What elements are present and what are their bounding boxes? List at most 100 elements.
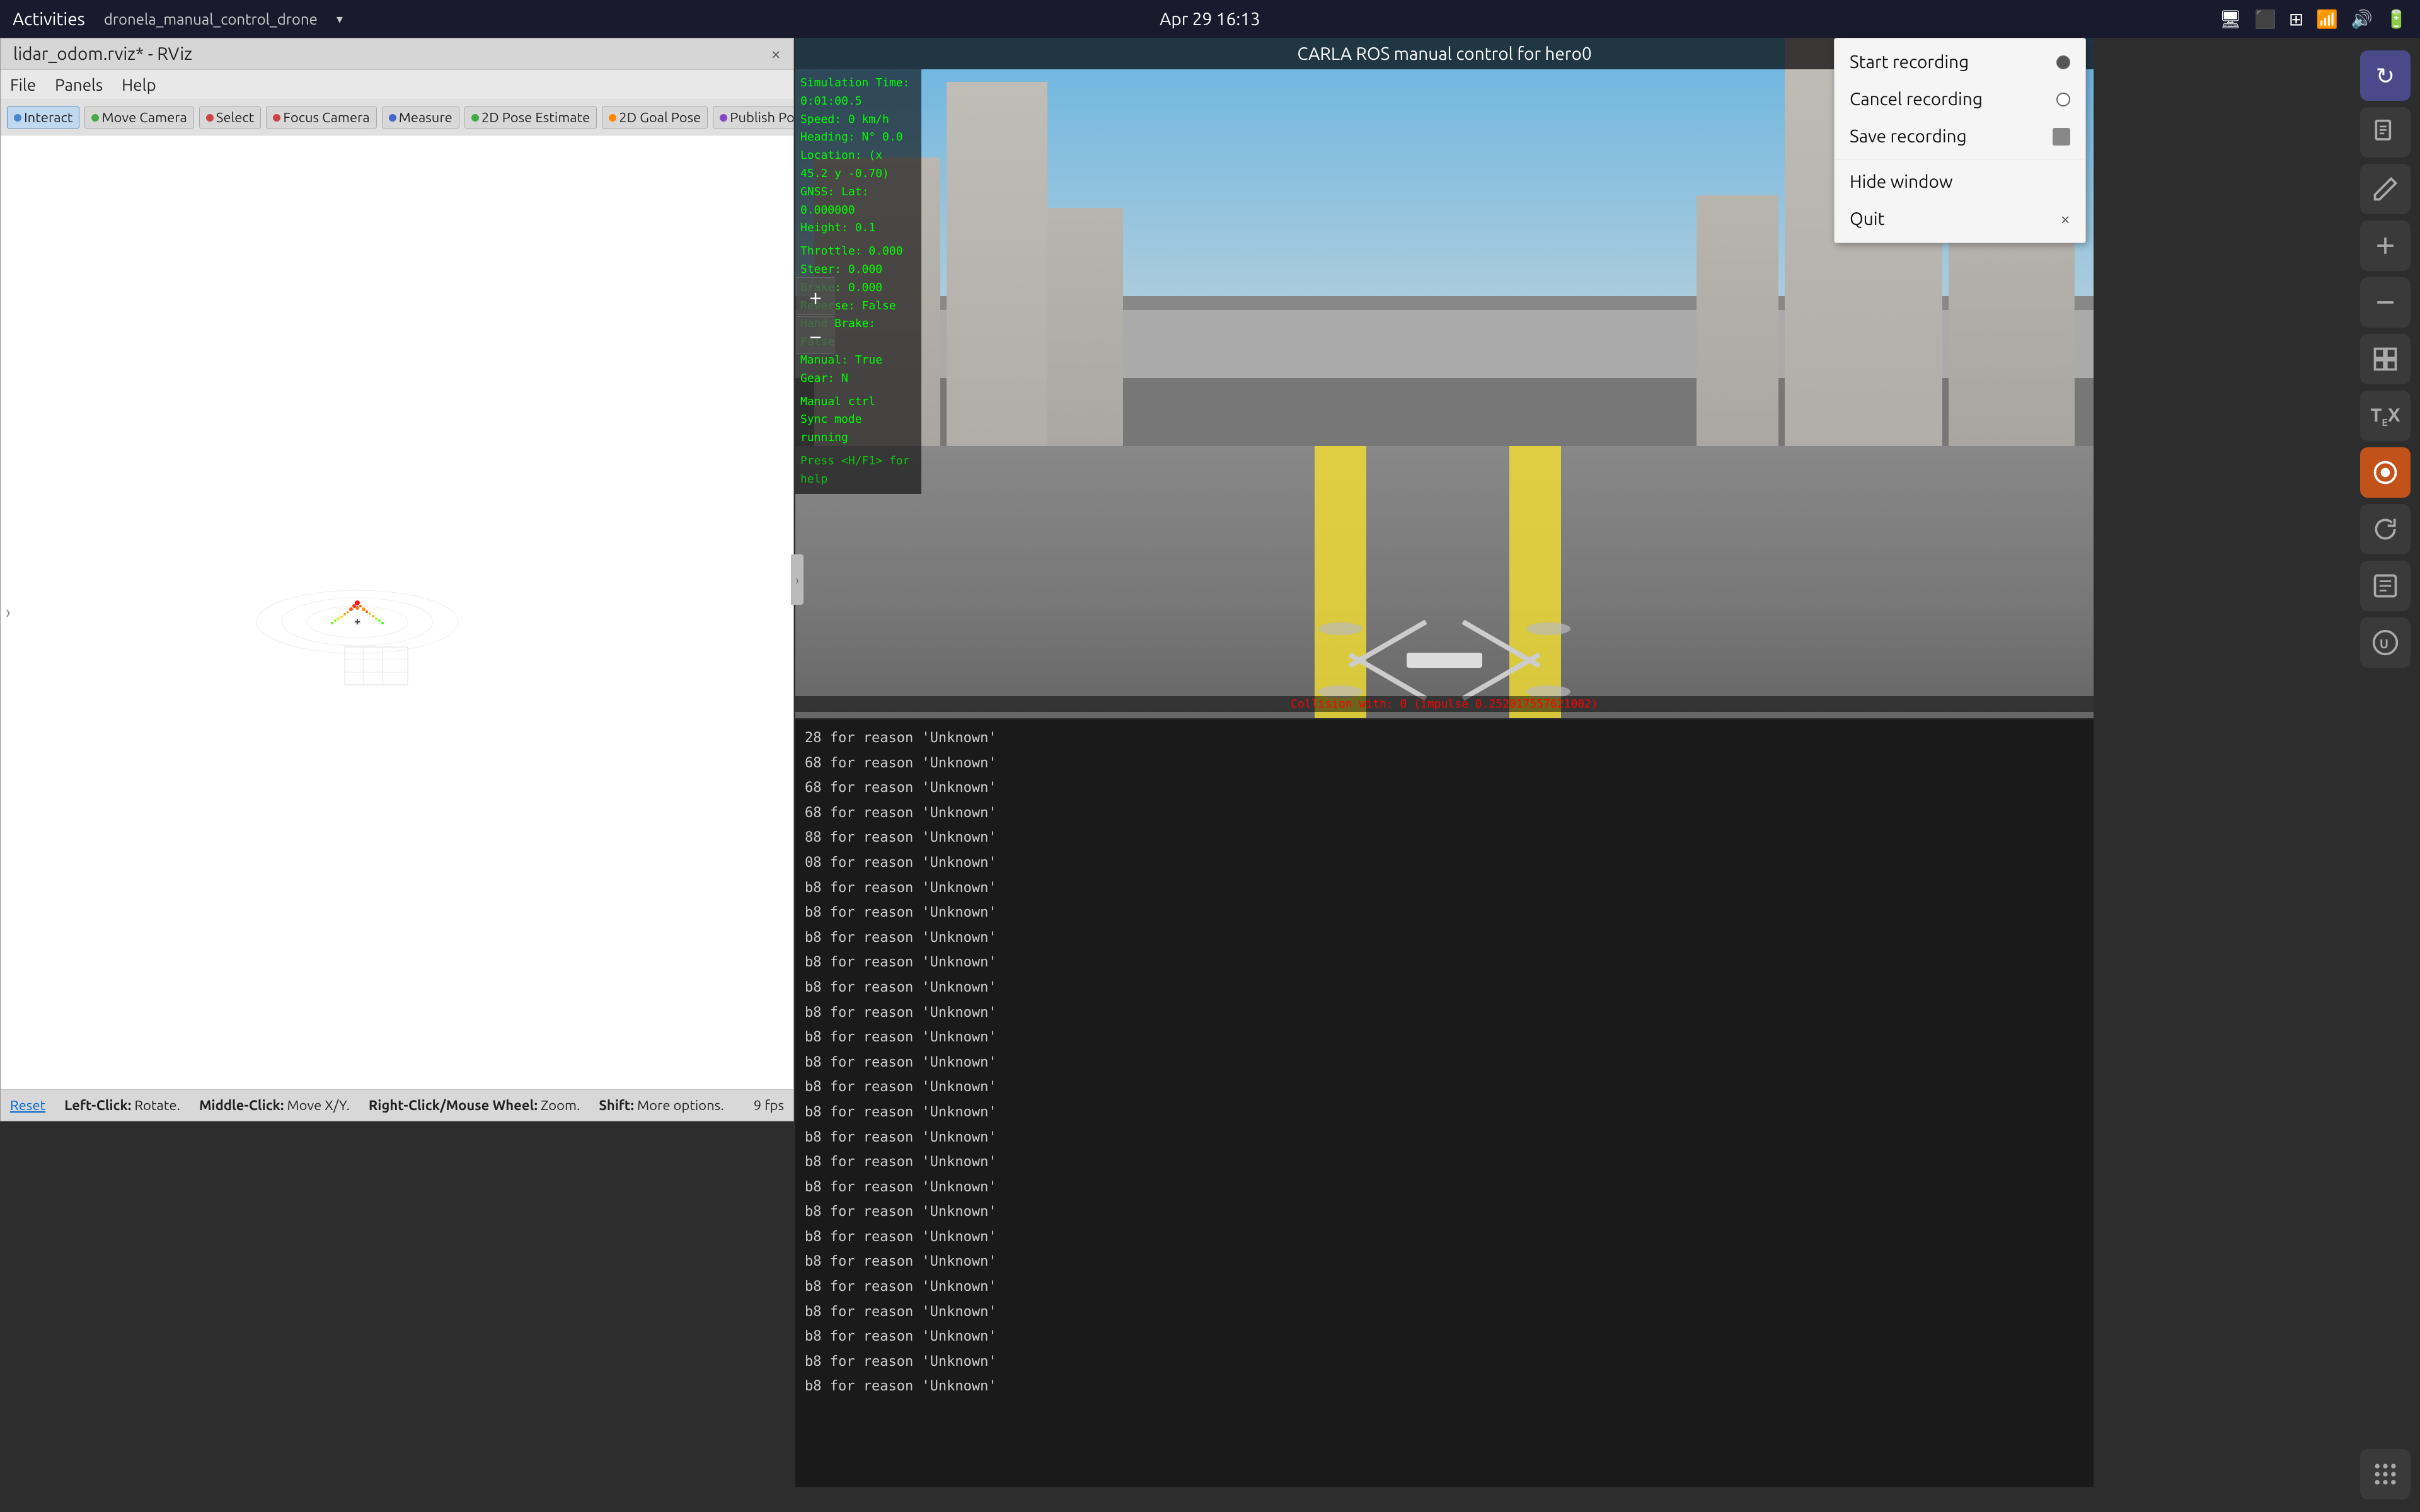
toolbar-measure[interactable]: Measure bbox=[382, 106, 459, 129]
cancel-recording-item[interactable]: Cancel recording bbox=[1835, 81, 2085, 118]
menu-panels[interactable]: Panels bbox=[55, 76, 103, 94]
middle-click-label: Middle-Click: Move X/Y. bbox=[199, 1097, 350, 1113]
console-line: 68 for reason 'Unknown' bbox=[805, 776, 2084, 801]
toolbar-select[interactable]: Select bbox=[199, 106, 261, 129]
monitor-icon: 🖥 bbox=[2219, 9, 2242, 30]
hud-location: Location: (x 45.2 y -0.70) bbox=[800, 147, 916, 183]
app-name-label[interactable]: dronela_manual_control_drone bbox=[104, 11, 318, 28]
rviz-menubar: File Panels Help bbox=[1, 70, 793, 100]
hud-heading: Heading: N° 0.0 bbox=[800, 129, 916, 147]
console-line: 08 for reason 'Unknown' bbox=[805, 850, 2084, 876]
start-recording-item[interactable]: Start recording bbox=[1835, 43, 2085, 81]
hud-manual: Manual: True bbox=[800, 352, 916, 370]
sidebar-unreal-icon[interactable]: U bbox=[2360, 617, 2411, 668]
console-line: b8 for reason 'Unknown' bbox=[805, 1125, 2084, 1150]
activities-label[interactable]: Activities bbox=[13, 9, 85, 29]
console-line: b8 for reason 'Unknown' bbox=[805, 975, 2084, 1000]
console-line: b8 for reason 'Unknown' bbox=[805, 1200, 2084, 1225]
quit-label: Quit bbox=[1850, 209, 1885, 229]
rviz-statusbar: Reset Left-Click: Rotate. Middle-Click: … bbox=[1, 1089, 793, 1121]
vscode-icon[interactable]: ⬛ bbox=[2254, 9, 2276, 30]
hud-sync: Sync mode running bbox=[800, 411, 916, 447]
sidebar-refresh-icon[interactable]: ↻ bbox=[2360, 50, 2411, 101]
console-line: b8 for reason 'Unknown' bbox=[805, 1175, 2084, 1200]
right-click-label: Right-Click/Mouse Wheel: Zoom. bbox=[369, 1097, 580, 1113]
propeller-fl bbox=[1318, 622, 1363, 635]
sidebar-edit-icon[interactable] bbox=[2360, 164, 2411, 214]
system-bar-right: 🖥 ⬛ ⊞ 📶 🔊 🔋 bbox=[2219, 9, 2407, 30]
hud-manual-ctrl: Manual ctrl bbox=[800, 393, 916, 411]
zoom-in-button[interactable]: + bbox=[797, 277, 834, 315]
right-sidebar: ↻ TEX bbox=[2351, 38, 2420, 1512]
rviz-window: lidar_odom.rviz* - RViz × File Panels He… bbox=[0, 38, 794, 1121]
chevron-down-icon[interactable]: ▾ bbox=[337, 11, 343, 26]
quit-close-icon: × bbox=[2060, 209, 2070, 229]
hud-sim-time: Simulation Time: 0:01:00.5 bbox=[800, 74, 916, 111]
toolbar-interact[interactable]: Interact bbox=[7, 106, 79, 129]
sidebar-update-icon[interactable] bbox=[2360, 504, 2411, 554]
building-left-3 bbox=[1047, 208, 1123, 460]
rviz-titlebar: lidar_odom.rviz* - RViz × bbox=[1, 38, 793, 70]
collapse-handle[interactable]: › bbox=[791, 554, 804, 605]
save-recording-item[interactable]: Save recording bbox=[1835, 118, 2085, 155]
hud-height: Height: 0.1 bbox=[800, 219, 916, 238]
save-recording-label: Save recording bbox=[1850, 127, 1967, 146]
network-icon: ⊞ bbox=[2289, 9, 2303, 30]
zoom-out-button[interactable]: − bbox=[797, 316, 834, 354]
building-left-2 bbox=[947, 82, 1047, 460]
zoom-controls: + − bbox=[797, 277, 834, 354]
sidebar-apps-icon[interactable] bbox=[2360, 1449, 2411, 1499]
sidebar-doc-icon[interactable] bbox=[2360, 561, 2411, 611]
console-line: b8 for reason 'Unknown' bbox=[805, 1249, 2084, 1274]
toolbar-publish-point[interactable]: Publish Point bbox=[713, 106, 793, 129]
sidebar-panel-icon[interactable] bbox=[2360, 334, 2411, 384]
sidebar-pdf-icon[interactable] bbox=[2360, 107, 2411, 158]
console-line: b8 for reason 'Unknown' bbox=[805, 950, 2084, 975]
console-line: b8 for reason 'Unknown' bbox=[805, 1225, 2084, 1250]
sidebar-zoom-out-icon[interactable] bbox=[2360, 277, 2411, 328]
hide-window-item[interactable]: Hide window bbox=[1835, 163, 2085, 200]
hud-speed: Speed: 0 km/h bbox=[800, 111, 916, 129]
volume-icon: 🔊 bbox=[2351, 9, 2373, 30]
quit-item[interactable]: Quit × bbox=[1835, 200, 2085, 238]
console-line: b8 for reason 'Unknown' bbox=[805, 925, 2084, 951]
hud-gnss: GNSS: Lat: 0.000000 bbox=[800, 183, 916, 220]
console-line: 28 for reason 'Unknown' bbox=[805, 726, 2084, 751]
sidebar-zoom-in-icon[interactable] bbox=[2360, 220, 2411, 271]
propeller-fr bbox=[1526, 622, 1570, 635]
fps-display: 9 fps bbox=[754, 1097, 784, 1113]
console-line: b8 for reason 'Unknown' bbox=[805, 1000, 2084, 1026]
save-recording-icon bbox=[2053, 128, 2070, 146]
toolbar-focus-camera[interactable]: Focus Camera bbox=[266, 106, 376, 129]
console-line: b8 for reason 'Unknown' bbox=[805, 900, 2084, 925]
console-line: b8 for reason 'Unknown' bbox=[805, 1300, 2084, 1325]
console-line: b8 for reason 'Unknown' bbox=[805, 1075, 2084, 1100]
menu-help[interactable]: Help bbox=[122, 76, 156, 94]
svg-text:U: U bbox=[2380, 636, 2388, 651]
datetime-label: Apr 29 16:13 bbox=[1160, 9, 1260, 29]
toolbar-2d-pose[interactable]: 2D Pose Estimate bbox=[464, 106, 597, 129]
reset-button[interactable]: Reset bbox=[10, 1097, 45, 1113]
sidebar-tex-icon[interactable]: TEX bbox=[2360, 391, 2411, 441]
wifi-icon: 📶 bbox=[2316, 9, 2338, 30]
rviz-close-button[interactable]: × bbox=[771, 44, 781, 64]
toolbar-2d-goal[interactable]: 2D Goal Pose bbox=[602, 106, 708, 129]
battery-icon: 🔋 bbox=[2385, 9, 2407, 30]
console-area: 28 for reason 'Unknown'68 for reason 'Un… bbox=[795, 719, 2094, 1487]
console-line: b8 for reason 'Unknown' bbox=[805, 876, 2084, 901]
console-line: b8 for reason 'Unknown' bbox=[805, 1025, 2084, 1050]
rviz-viewport[interactable]: › bbox=[1, 135, 793, 1089]
toolbar-move-camera[interactable]: Move Camera bbox=[84, 106, 193, 129]
cancel-recording-radio bbox=[2056, 93, 2070, 106]
viewport-arrow-left[interactable]: › bbox=[6, 603, 11, 622]
drone-model bbox=[1318, 622, 1570, 698]
console-line: 68 for reason 'Unknown' bbox=[805, 751, 2084, 776]
left-click-label: Left-Click: Rotate. bbox=[64, 1097, 180, 1113]
start-recording-radio bbox=[2056, 55, 2070, 69]
recording-menu: Start recording Cancel recording Save re… bbox=[1834, 38, 2086, 243]
console-line: b8 for reason 'Unknown' bbox=[805, 1274, 2084, 1300]
menu-file[interactable]: File bbox=[10, 76, 36, 94]
console-line: b8 for reason 'Unknown' bbox=[805, 1150, 2084, 1175]
carla-title: CARLA ROS manual control for hero0 bbox=[1297, 44, 1591, 64]
sidebar-color-wheel-icon[interactable] bbox=[2360, 447, 2411, 498]
